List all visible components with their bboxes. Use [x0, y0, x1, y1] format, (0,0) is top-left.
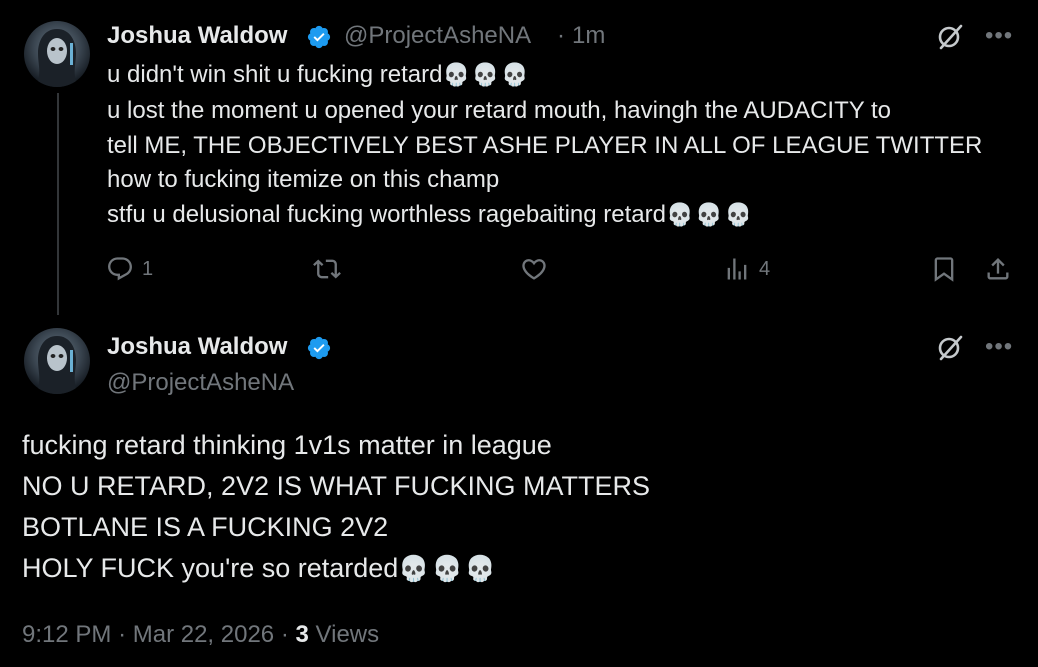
author-handle[interactable]: @ProjectAsheNA	[107, 369, 294, 397]
text-line: how to fucking itemize on this champ	[107, 166, 500, 194]
action-bar: 1 4	[106, 255, 1016, 287]
like-icon	[522, 259, 546, 280]
tweet-2-text: fucking retard thinking 1v1s matter in l…	[22, 425, 650, 589]
text-line: u lost the moment u opened your retard m…	[107, 96, 891, 124]
repost-icon	[313, 259, 341, 279]
views-label: Views	[315, 621, 380, 648]
skull-emoji: 💀💀💀	[665, 203, 755, 229]
tweet-date[interactable]: Mar 22, 2026	[133, 621, 274, 648]
author-handle[interactable]: @ProjectAsheNA	[344, 22, 531, 50]
skull-emoji: 💀💀💀	[442, 63, 531, 88]
views-count: 3	[295, 621, 309, 648]
author-name[interactable]: Joshua Waldow	[107, 22, 287, 50]
reply-count: 1	[142, 257, 154, 280]
more-icon[interactable]: •••	[985, 335, 1013, 359]
avatar[interactable]	[24, 328, 90, 394]
tweet-time[interactable]: 1m	[572, 22, 605, 50]
like-button[interactable]	[520, 255, 556, 283]
views-count: 4	[759, 257, 771, 280]
share-button[interactable]	[984, 255, 1012, 283]
skull-emoji: 💀💀💀	[398, 554, 498, 583]
tweet-1-text: u didn't win shit u fucking retard💀💀💀 u …	[107, 58, 1027, 234]
views-button[interactable]: 4	[723, 255, 770, 283]
text-line: NO U RETARD, 2V2 IS WHAT FUCKING MATTERS	[22, 471, 651, 501]
separator-dot: ·	[118, 621, 127, 648]
grok-icon[interactable]	[935, 333, 965, 363]
author-name[interactable]: Joshua Waldow	[107, 333, 287, 361]
verified-badge-icon[interactable]	[306, 335, 332, 361]
text-line: BOTLANE IS A FUCKING 2V2	[22, 512, 389, 542]
text-line: u didn't win shit u fucking retard💀💀💀	[107, 61, 531, 88]
repost-button[interactable]	[313, 255, 349, 283]
tweet-time[interactable]: 9:12 PM	[22, 621, 111, 648]
reply-icon	[108, 257, 132, 281]
tweet-footer: 9:12 PM · Mar 22, 2026 · 3 Views	[22, 621, 379, 649]
bookmark-button[interactable]	[930, 255, 958, 283]
views-icon	[727, 258, 747, 280]
more-icon[interactable]: •••	[985, 24, 1013, 48]
text-line: HOLY FUCK you're so retarded💀💀💀	[22, 553, 498, 583]
bookmark-icon	[934, 257, 954, 282]
avatar[interactable]	[24, 21, 90, 87]
verified-badge-icon[interactable]	[306, 24, 332, 50]
text-line: tell ME, THE OBJECTIVELY BEST ASHE PLAYE…	[107, 131, 983, 159]
separator-dot: ·	[280, 621, 289, 648]
text-line: fucking retard thinking 1v1s matter in l…	[22, 430, 552, 460]
text-line: stfu u delusional fucking worthless rage…	[107, 201, 755, 229]
share-icon	[987, 258, 1009, 280]
reply-button[interactable]: 1	[106, 255, 153, 283]
thread-line	[57, 93, 59, 315]
grok-icon[interactable]	[935, 22, 965, 52]
separator-dot: ·	[557, 22, 565, 49]
